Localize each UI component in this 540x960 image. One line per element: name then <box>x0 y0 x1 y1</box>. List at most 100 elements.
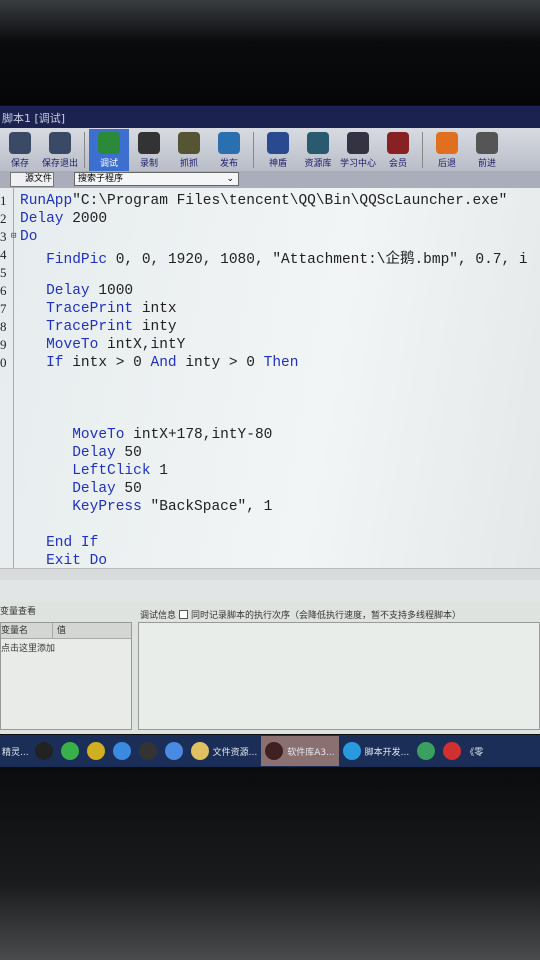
line-number: 2 <box>0 211 7 226</box>
publish-icon <box>218 132 240 154</box>
taskbar-item-globe[interactable] <box>83 736 109 766</box>
green-app-icon <box>417 742 436 760</box>
code-line[interactable]: Delay 1000 <box>20 283 133 301</box>
code-text: inty <box>133 319 177 335</box>
code-text: "C:\Program Files\tencent\QQ\Bin\QQScLau… <box>72 193 508 209</box>
keyword: TracePrint <box>46 319 134 335</box>
keyword: Delay <box>72 481 116 497</box>
toolbar-label: 保存退出 <box>41 159 78 169</box>
taskbar-item-app[interactable]: 精灵... <box>0 736 31 766</box>
toolbar-button-debug[interactable]: 调试 <box>89 129 129 171</box>
taskbar-item-folder[interactable]: 文件资源... <box>187 736 262 766</box>
code-text: intx <box>133 301 177 317</box>
edge-icon <box>342 742 361 760</box>
taskbar: 精灵... 文件资源... 软件库A3... 脚本开发... 《零 <box>0 735 540 767</box>
code-text: 1 <box>150 463 168 479</box>
toolbar-button-record[interactable]: 录制 <box>129 129 169 171</box>
search-placeholder: 搜索子程序 <box>78 174 124 184</box>
code-line[interactable]: LeftClick 1 <box>20 463 168 481</box>
code-line[interactable]: If intx > 0 And inty > 0 Then <box>20 355 298 373</box>
debug-output <box>138 622 540 730</box>
code-text: 0, 0, 1920, 1080, "Attachment:\企鹅.bmp", … <box>107 252 528 268</box>
record-order-label: 同时记录脚本的执行次序（会降低执行速度，暂不支持多线程脚本） <box>191 611 462 621</box>
chevron-down-icon[interactable]: ⌄ <box>226 173 234 185</box>
taskbar-item-piano[interactable] <box>135 736 161 766</box>
shield-icon <box>267 132 289 154</box>
save-icon <box>9 132 31 154</box>
code-line[interactable]: Delay 50 <box>20 481 142 499</box>
toolbar-button-shield[interactable]: 神盾 <box>258 129 298 171</box>
line-number: 4 <box>0 247 7 262</box>
toolbar-label: 资源库 <box>304 159 332 169</box>
code-line[interactable]: MoveTo intX+178,intY-80 <box>20 427 272 445</box>
taskbar-label: 软件库A3... <box>287 747 335 758</box>
keyword: TracePrint <box>46 301 134 317</box>
toolbar-button-book[interactable]: 学习中心 <box>338 129 378 171</box>
toolbar-button-grab[interactable]: 抓抓 <box>169 129 209 171</box>
code-line[interactable]: Delay 50 <box>20 445 142 463</box>
code-text: 2000 <box>63 211 108 227</box>
toolbar-button-save[interactable]: 保存 <box>0 129 40 171</box>
code-line[interactable]: End If <box>20 535 98 553</box>
code-line[interactable]: TracePrint inty <box>20 319 177 337</box>
keyword: And <box>150 355 177 371</box>
add-variable-hint[interactable]: 点击这里添加 <box>1 639 131 656</box>
circle-app-icon <box>164 742 183 760</box>
toolbar-button-library[interactable]: 资源库 <box>298 129 338 171</box>
record-order-checkbox[interactable] <box>179 610 189 619</box>
fold-toggle-icon[interactable]: ⊟ <box>11 231 16 241</box>
tab-source-file[interactable]: 源文件 <box>10 172 54 187</box>
code-line[interactable]: Delay 2000 <box>20 211 107 229</box>
save-exit-icon <box>49 132 71 154</box>
code-line[interactable]: MoveTo intX,intY <box>20 337 185 355</box>
keyword: End If <box>46 535 99 551</box>
taskbar-item-pdf[interactable]: 《零 <box>439 736 487 766</box>
taskbar-item-bird[interactable] <box>109 736 135 766</box>
debug-title: 调试信息 <box>140 611 177 621</box>
taskbar-item-edge[interactable]: 脚本开发... <box>339 736 414 766</box>
toolbar-button-save-exit[interactable]: 保存退出 <box>40 129 80 171</box>
toolbar-label: 前进 <box>477 159 496 169</box>
code-line[interactable]: RunApp"C:\Program Files\tencent\QQ\Bin\Q… <box>20 193 507 211</box>
taskbar-item-soft[interactable]: 软件库A3... <box>261 736 339 766</box>
code-line[interactable]: Do <box>20 229 37 247</box>
toolbar-button-back-arrow[interactable]: 后退 <box>427 129 467 171</box>
toolbar-label: 发布 <box>219 159 238 169</box>
code-line[interactable]: FindPic 0, 0, 1920, 1080, "Attachment:\企… <box>20 247 528 268</box>
keyword: FindPic <box>46 252 108 268</box>
column-header-name[interactable]: 变量名 <box>1 623 53 638</box>
taskbar-item-qq[interactable] <box>31 736 57 766</box>
variables-table: 变量名值 点击这里添加 <box>0 622 132 730</box>
toolbar-button-publish[interactable]: 发布 <box>209 129 249 171</box>
splitter[interactable] <box>0 580 540 602</box>
code-line[interactable]: TracePrint intx <box>20 301 177 319</box>
variables-title: 变量查看 <box>0 607 37 617</box>
taskbar-item-green-app[interactable] <box>413 736 439 766</box>
code-text: intx > 0 <box>63 355 151 371</box>
line-number: 7 <box>0 301 7 316</box>
bottom-panel: 变量查看 变量名值 点击这里添加 调试信息 同时记录脚本的执行次序（会降低执行速度… <box>0 602 540 734</box>
taskbar-label: 精灵... <box>2 747 29 758</box>
code-editor[interactable]: ⊟ 1 RunApp"C:\Program Files\tencent\QQ\Bi… <box>0 188 540 570</box>
taskbar-item-circle-app[interactable] <box>161 736 187 766</box>
code-line[interactable]: KeyPress "BackSpace", 1 <box>20 499 272 517</box>
taskbar-item-wechat[interactable] <box>57 736 83 766</box>
toolbar-button-forward-arrow[interactable]: 前进 <box>467 129 507 171</box>
member-icon <box>387 132 409 154</box>
column-header-value[interactable]: 值 <box>53 623 66 638</box>
toolbar-label: 神盾 <box>268 159 287 169</box>
line-number: 5 <box>0 265 7 280</box>
taskbar-label: 《零 <box>465 747 484 758</box>
toolbar-button-member[interactable]: 会员 <box>378 129 418 171</box>
line-number: 0 <box>0 355 7 370</box>
line-number: 6 <box>0 283 7 298</box>
horizontal-scrollbar[interactable] <box>0 568 540 580</box>
subroutine-search-dropdown[interactable]: 搜索子程序 ⌄ <box>74 172 239 186</box>
keyword: Exit Do <box>46 553 108 569</box>
